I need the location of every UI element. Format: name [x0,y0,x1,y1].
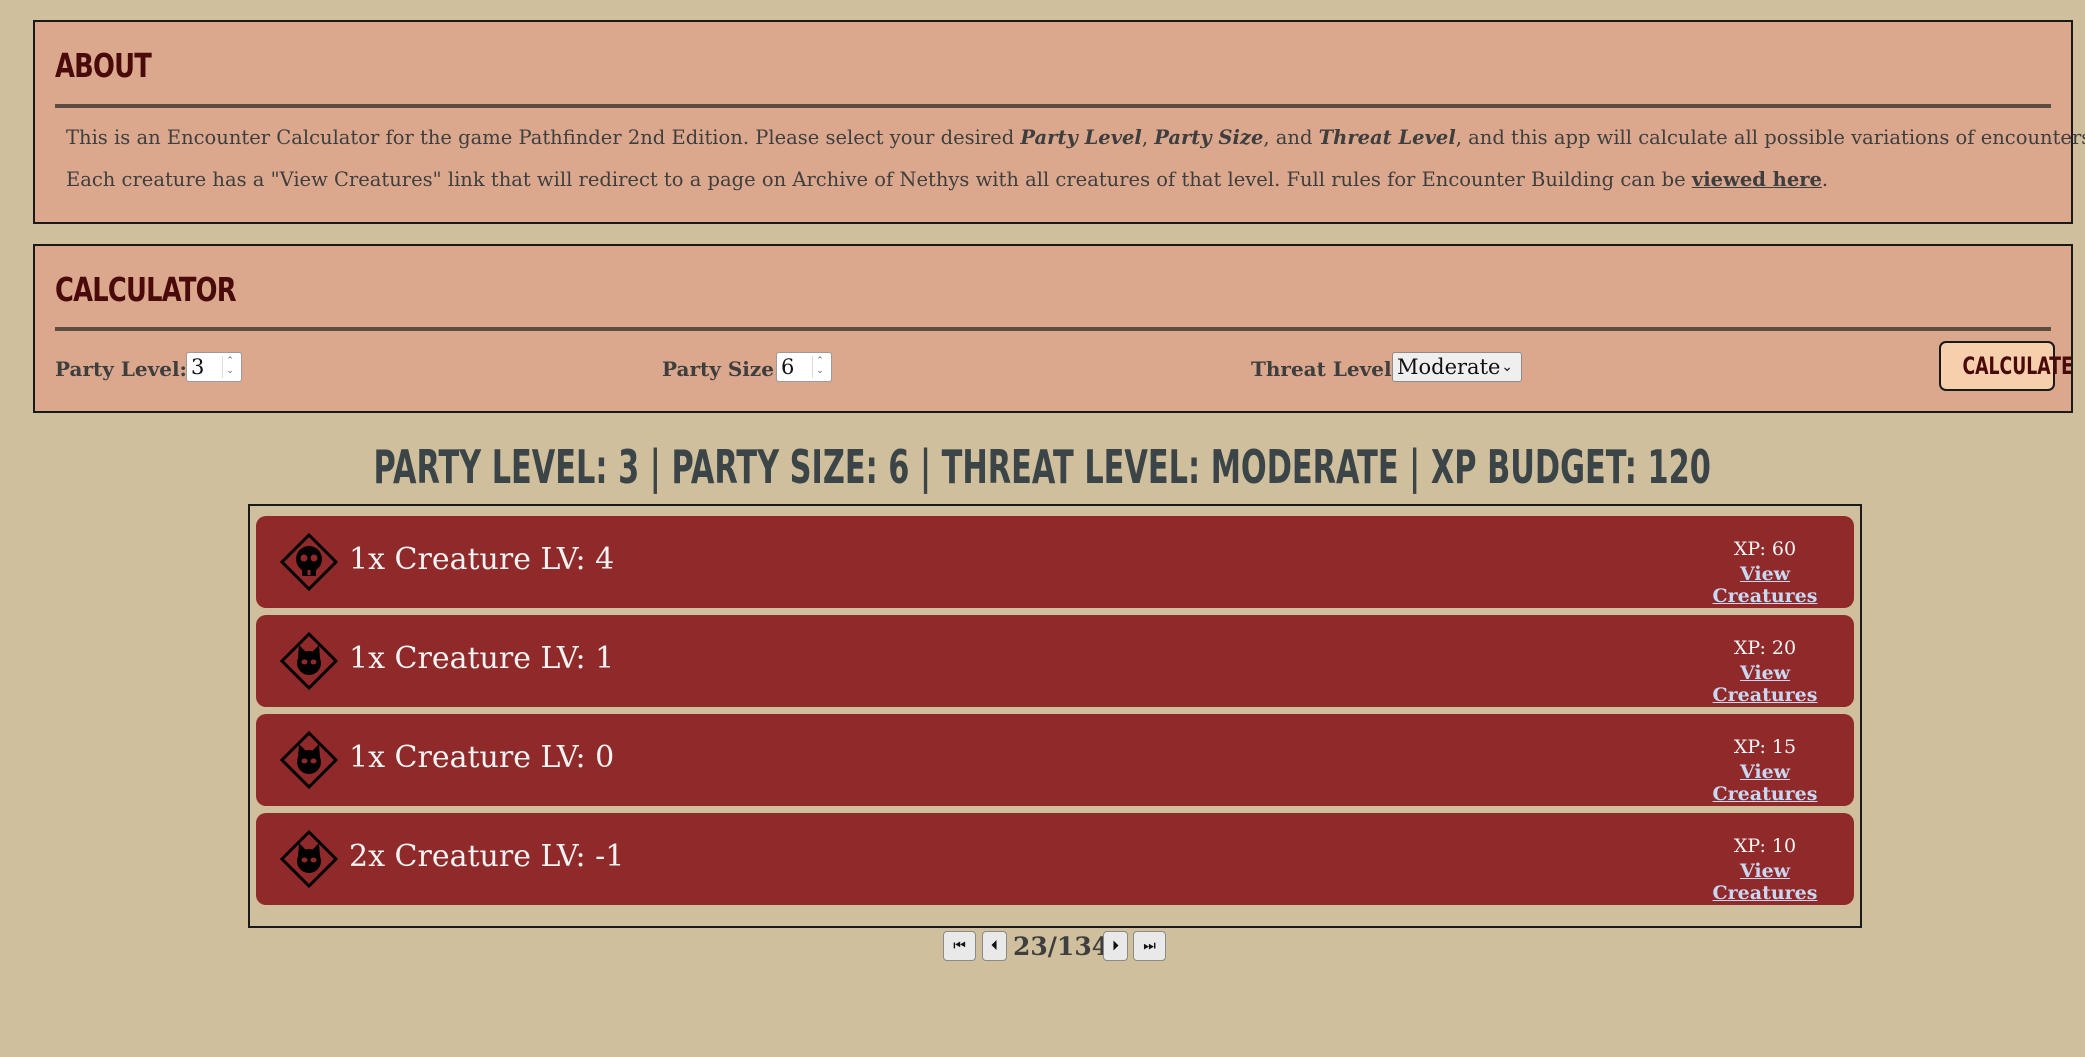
view-creatures-link[interactable]: View Creatures [1690,860,1840,904]
encounter-title: 1x Creature LV: 1 [349,641,615,676]
calculator-panel: Calculator Party Level: 3 ⌃ ⌄ Party Size:… [33,244,2073,413]
encounter-xp: XP: 15 [1733,736,1797,758]
about-intro-text: This is an Encounter Calculator for the … [66,126,2085,149]
list-item: 1x Creature LV: 4 XP: 60 View Creatures [256,516,1854,608]
threat-level-term: Threat Level [1318,126,1456,149]
about-rules-text: Each creature has a "View Creatures" lin… [66,168,1829,191]
pagination: ⏮ ⏴ 23/134 ⏵ ⏭ [0,931,2085,965]
list-item: 1x Creature LV: 1 XP: 20 View Creatures [256,615,1854,707]
view-creatures-link[interactable]: View Creatures [1690,761,1840,805]
party-size-term: Party Size [1154,126,1264,149]
previous-page-icon: ⏴ [991,938,998,954]
cat-face-diamond-icon [280,830,338,888]
encounter-results-list: 1x Creature LV: 4 XP: 60 View Creatures … [248,504,1862,928]
chevron-down-icon: ⌄ [1501,359,1513,375]
rules-link[interactable]: viewed here [1692,168,1822,191]
party-level-term: Party Level [1020,126,1142,149]
cat-face-diamond-icon [280,632,338,690]
view-creatures-link[interactable]: View Creatures [1690,563,1840,607]
encounter-title: 1x Creature LV: 0 [349,740,615,775]
next-page-icon: ⏵ [1112,938,1119,954]
first-page-button[interactable]: ⏮ [943,931,976,961]
first-page-icon: ⏮ [953,938,966,954]
about-title: About [55,46,152,85]
view-creatures-link[interactable]: View Creatures [1690,662,1840,706]
encounter-summary: PARTY LEVEL: 3 | PARTY SIZE: 6 | THREAT … [373,440,1712,494]
next-page-button[interactable]: ⏵ [1103,931,1128,961]
encounter-xp: XP: 60 [1733,538,1797,560]
page-indicator: 23/134 [1013,932,1110,961]
last-page-button[interactable]: ⏭ [1133,931,1166,961]
party-level-input[interactable]: 3 ⌃ ⌄ [186,352,242,382]
party-size-stepper[interactable]: ⌃ ⌄ [812,356,827,378]
list-item: 2x Creature LV: -1 XP: 10 View Creatures [256,813,1854,905]
about-divider [55,104,2051,108]
about-panel: About This is an Encounter Calculator fo… [33,20,2085,224]
threat-level-select[interactable]: Moderate ⌄ [1392,352,1522,382]
calculator-title: Calculator [55,270,237,309]
skull-diamond-icon [280,533,338,591]
encounter-title: 2x Creature LV: -1 [349,839,625,874]
encounter-xp: XP: 10 [1733,835,1797,857]
party-level-label: Party Level: [55,357,187,381]
party-level-stepper[interactable]: ⌃ ⌄ [222,356,237,378]
encounter-title: 1x Creature LV: 4 [349,542,615,577]
previous-page-button[interactable]: ⏴ [982,931,1007,961]
list-item: 1x Creature LV: 0 XP: 15 View Creatures [256,714,1854,806]
threat-level-label: Threat Level: [1251,357,1399,381]
calculate-button[interactable]: Calculate [1939,341,2073,391]
calculator-divider [55,327,2051,331]
last-page-icon: ⏭ [1143,938,1156,954]
party-size-label: Party Size: [662,357,782,381]
cat-face-diamond-icon [280,731,338,789]
party-size-input[interactable]: 6 ⌃ ⌄ [776,352,832,382]
encounter-xp: XP: 20 [1733,637,1797,659]
